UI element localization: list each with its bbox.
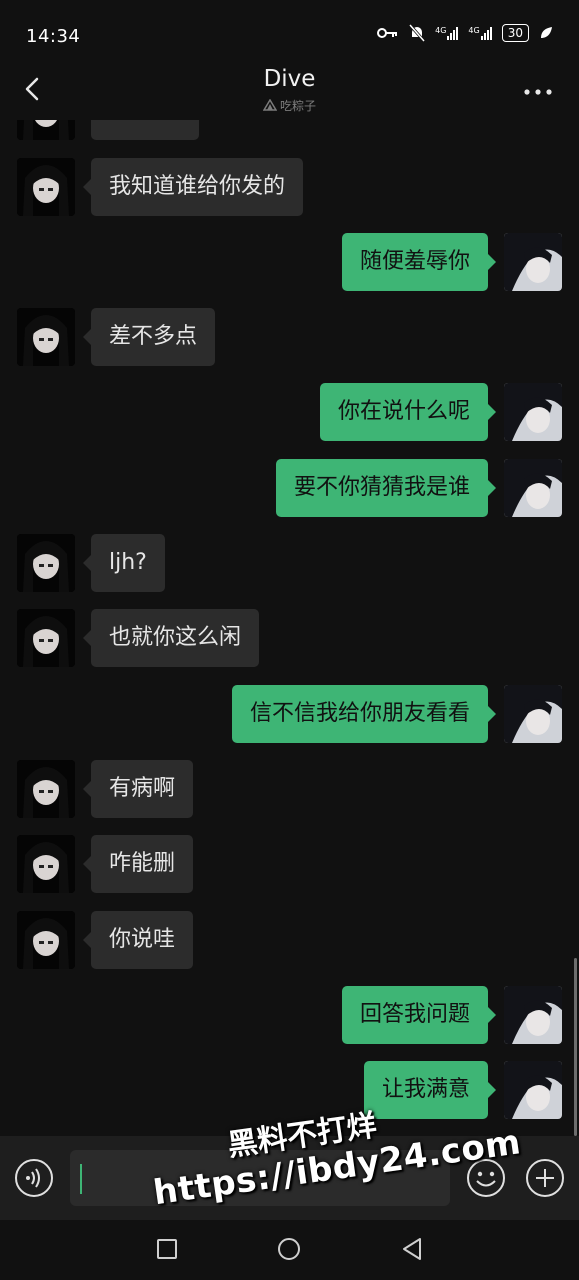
status-icon	[262, 98, 278, 111]
more-dots-icon[interactable]	[523, 82, 553, 102]
key-icon	[377, 28, 398, 38]
message-row: 回答我问题	[0, 986, 579, 1044]
avatar-image	[17, 308, 75, 366]
signal-icon: 4G	[435, 25, 459, 40]
message-row: 信不信我给你朋友看看	[0, 685, 579, 743]
avatar-image	[504, 986, 562, 1044]
network-type-2: 4G	[468, 25, 480, 35]
home-circle-icon[interactable]	[277, 1237, 301, 1261]
avatar-image	[17, 120, 75, 140]
avatar[interactable]	[17, 308, 75, 366]
avatar[interactable]	[17, 911, 75, 969]
chat-title: Dive	[263, 66, 316, 92]
emoji-icon[interactable]	[466, 1158, 506, 1198]
message-row: 咋能删	[0, 835, 579, 893]
message-bubble[interactable]	[91, 120, 199, 140]
message-row: 差不多点	[0, 308, 579, 366]
message-bubble[interactable]: ljh?	[83, 534, 165, 592]
avatar[interactable]	[17, 158, 75, 216]
message-bubble[interactable]: 信不信我给你朋友看看	[231, 685, 497, 743]
avatar[interactable]	[504, 383, 562, 441]
avatar-image	[17, 911, 75, 969]
message-row: 也就你这么闲	[0, 609, 579, 667]
message-bubble[interactable]: 你说哇	[82, 911, 194, 969]
mute-bell-icon	[409, 24, 426, 42]
system-nav-bar	[0, 1220, 579, 1280]
avatar[interactable]	[17, 609, 75, 667]
message-bubble[interactable]: 要不你猜猜我是谁	[275, 459, 497, 517]
message-bubble[interactable]: 差不多点	[82, 308, 216, 366]
message-bubble[interactable]: 咋能删	[82, 835, 194, 893]
message-row: 我知道谁给你发的	[0, 158, 579, 216]
message-bubble[interactable]: 回答我问题	[341, 986, 497, 1044]
avatar-image	[17, 158, 75, 216]
avatar-image	[504, 685, 562, 743]
battery-icon: 30	[501, 24, 529, 42]
avatar[interactable]	[17, 760, 75, 818]
avatar[interactable]	[504, 1061, 562, 1119]
avatar-image	[504, 383, 562, 441]
message-row: 你说哇	[0, 911, 579, 969]
message-bubble[interactable]: 也就你这么闲	[82, 609, 260, 667]
message-row: 你在说什么呢	[0, 383, 579, 441]
avatar[interactable]	[17, 534, 75, 592]
voice-icon[interactable]	[14, 1158, 54, 1198]
avatar[interactable]	[17, 835, 75, 893]
message-row: 有病啊	[0, 760, 579, 818]
message-row: ljh?	[0, 534, 579, 592]
avatar-image	[17, 534, 75, 592]
chat-header: Dive 吃粽子	[0, 64, 579, 120]
message-bubble[interactable]: 让我满意	[363, 1061, 497, 1119]
message-row: 要不你猜猜我是谁	[0, 459, 579, 517]
message-input[interactable]	[70, 1150, 450, 1206]
message-bubble[interactable]: 有病啊	[82, 760, 194, 818]
message-row: 让我满意	[0, 1061, 579, 1119]
status-icons: 4G 4G 30	[377, 24, 553, 42]
message-row	[0, 120, 579, 140]
subtitle-text: 吃粽子	[279, 99, 316, 113]
message-bubble[interactable]: 我知道谁给你发的	[82, 158, 304, 216]
scrollbar[interactable]	[574, 958, 577, 1136]
avatar-image	[504, 1061, 562, 1119]
input-bar	[0, 1136, 579, 1220]
avatar[interactable]	[504, 233, 562, 291]
status-time: 14:34	[26, 26, 81, 47]
network-type-1: 4G	[435, 25, 447, 35]
avatar-image	[17, 760, 75, 818]
chat-subtitle: 吃粽子	[0, 97, 579, 114]
message-bubble[interactable]: 随便羞辱你	[341, 233, 497, 291]
avatar[interactable]	[504, 685, 562, 743]
avatar-image	[17, 609, 75, 667]
leaf-icon	[541, 27, 552, 38]
avatar[interactable]	[17, 120, 75, 140]
signal-icon: 4G	[468, 25, 492, 40]
text-cursor	[80, 1164, 82, 1194]
avatar-image	[504, 233, 562, 291]
message-bubble[interactable]: 你在说什么呢	[319, 383, 497, 441]
avatar[interactable]	[504, 459, 562, 517]
message-list[interactable]: 我知道谁给你发的 随便羞辱你 差不多点 你在说什么呢 要不你猜猜我是谁 ljh?…	[0, 120, 579, 1136]
plus-icon[interactable]	[525, 1158, 565, 1198]
avatar[interactable]	[504, 986, 562, 1044]
status-bar: 14:34 4G 4G 30	[0, 0, 579, 64]
avatar-image	[504, 459, 562, 517]
recents-square-icon[interactable]	[156, 1238, 178, 1260]
message-row: 随便羞辱你	[0, 233, 579, 291]
back-triangle-icon[interactable]	[400, 1236, 424, 1262]
avatar-image	[17, 835, 75, 893]
